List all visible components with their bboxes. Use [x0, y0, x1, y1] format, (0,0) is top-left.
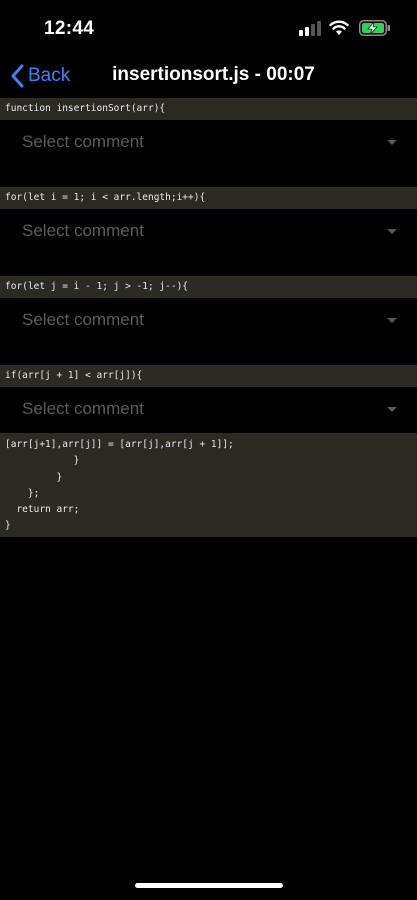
status-bar: 12:44 [0, 0, 417, 56]
chevron-down-icon [387, 318, 397, 323]
comment-select[interactable]: Select comment [0, 209, 417, 255]
select-placeholder: Select comment [22, 221, 144, 240]
code-line: } [5, 471, 63, 483]
chevron-down-icon [387, 407, 397, 412]
select-placeholder: Select comment [22, 399, 144, 418]
code-line: }; [5, 487, 40, 499]
chevron-down-icon [387, 229, 397, 234]
select-placeholder: Select comment [22, 310, 144, 329]
home-indicator[interactable] [135, 883, 283, 888]
code-block: [arr[j+1],arr[j]] = [arr[j],arr[j + 1]];… [0, 433, 417, 537]
nav-bar: Back insertionsort.js - 00:07 [0, 56, 417, 96]
wifi-icon [329, 20, 349, 35]
comment-select[interactable]: Select comment [0, 120, 417, 166]
page-title: insertionsort.js - 00:07 [112, 64, 315, 85]
status-time: 12:44 [44, 18, 95, 39]
code-line: } [5, 455, 80, 467]
code-line: function insertionSort(arr){ [0, 98, 417, 120]
select-placeholder: Select comment [22, 132, 144, 151]
code-line: return arr; [5, 504, 80, 516]
code-line: for(let i = 1; i < arr.length;i++){ [0, 187, 417, 209]
signal-icon [299, 21, 321, 36]
battery-charging-icon [359, 20, 390, 36]
code-line: for(let j = i - 1; j > -1; j--){ [0, 276, 417, 298]
code-comment-list: function insertionSort(arr){ Select comm… [0, 98, 417, 537]
code-line: } [5, 520, 11, 532]
status-icons [291, 20, 391, 38]
comment-select[interactable]: Select comment [0, 298, 417, 344]
comment-select[interactable]: Select comment [0, 387, 417, 433]
chevron-down-icon [387, 140, 397, 145]
code-line: if(arr[j + 1] < arr[j]){ [0, 365, 417, 387]
code-line: [arr[j+1],arr[j]] = [arr[j],arr[j + 1]]; [5, 439, 234, 450]
